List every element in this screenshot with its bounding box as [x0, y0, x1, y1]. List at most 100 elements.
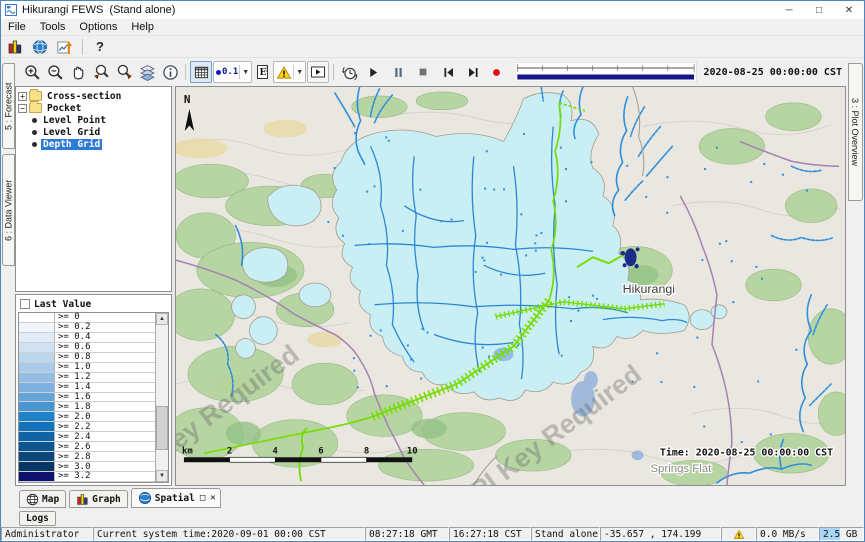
menu-help[interactable]: Help	[124, 20, 161, 34]
legend-swatch	[19, 383, 55, 392]
tree-node-label: Cross-section	[45, 91, 123, 102]
legend-entry-label: >= 1.4	[55, 383, 91, 392]
tree-node-pocket[interactable]: −Pocket	[18, 102, 171, 114]
timeseries-dialog-button[interactable]	[54, 37, 76, 57]
zoom-in-icon	[24, 64, 41, 81]
maximize-button[interactable]: □	[804, 1, 834, 19]
legend-entry-label: >= 0.4	[55, 333, 91, 342]
legend-toggle-button[interactable]: E	[253, 61, 272, 83]
menu-tools[interactable]: Tools	[33, 20, 73, 34]
legend-swatch	[19, 333, 55, 342]
legend-swatch	[19, 343, 55, 352]
movie-player-button[interactable]	[307, 61, 329, 83]
left-panel: + Cross-section−PocketLevel PointLevel Gr…	[15, 86, 172, 486]
legend-row[interactable]: >= 2.8	[19, 452, 168, 462]
pan-button[interactable]	[67, 61, 89, 83]
legend-scrollbar[interactable]: ▲ ▼	[155, 313, 168, 482]
legend-row[interactable]: >= 2.6	[19, 442, 168, 452]
step-back-button[interactable]	[436, 61, 460, 83]
legend-row[interactable]: >= 1.6	[19, 393, 168, 403]
tab-plot-overview[interactable]: 3 : Plot Overview	[848, 63, 863, 201]
legend-row[interactable]: >= 2.2	[19, 422, 168, 432]
legend-swatch	[19, 442, 55, 451]
scalebar-tick-label: 10	[407, 446, 418, 456]
tree-node-depth-grid[interactable]: Depth Grid	[30, 138, 171, 150]
play-button[interactable]	[361, 61, 385, 83]
tab-close-icon[interactable]: ✕	[210, 493, 215, 503]
tab-maximize-icon[interactable]: □	[200, 493, 205, 503]
close-button[interactable]: ✕	[834, 1, 864, 19]
record-button[interactable]	[486, 61, 506, 83]
tree-expander-icon[interactable]: +	[18, 92, 27, 101]
legend-row[interactable]: >= 0.8	[19, 353, 168, 363]
tab-graph[interactable]: Graph	[69, 490, 128, 508]
legend-icon: E	[255, 64, 270, 80]
tree-expander-icon[interactable]: −	[18, 104, 27, 113]
map-display-button[interactable]	[29, 37, 51, 57]
legend-row[interactable]: >= 3.0	[19, 462, 168, 472]
minimize-button[interactable]: ─	[774, 1, 804, 19]
legend-row[interactable]: >= 1.8	[19, 402, 168, 412]
tab-data-viewer[interactable]: 6 : Data Viewer	[2, 154, 15, 266]
legend-row[interactable]: >= 1.4	[19, 383, 168, 393]
menu-options[interactable]: Options	[72, 20, 124, 34]
import-status-button[interactable]	[4, 37, 26, 57]
legend-row[interactable]: >= 0.6	[19, 343, 168, 353]
legend-row[interactable]: >= 0.2	[19, 323, 168, 333]
animation-settings-button[interactable]	[338, 61, 360, 83]
legend-row[interactable]: >= 0.4	[19, 333, 168, 343]
legend-swatch	[19, 402, 55, 411]
legend-entry-label: >= 0.6	[55, 343, 91, 352]
grid-display-toggle[interactable]	[190, 61, 212, 83]
last-value-checkbox[interactable]	[20, 299, 30, 309]
zoom-out-button[interactable]	[44, 61, 66, 83]
legend-entry-label: >= 2.4	[55, 432, 91, 441]
north-label: N	[184, 93, 191, 106]
locality-label: Springs Flat	[650, 463, 712, 475]
tree-node-level-grid[interactable]: Level Grid	[30, 126, 171, 138]
tab-forecast[interactable]: 5 : Forecast	[2, 63, 15, 149]
step-forward-button[interactable]	[461, 61, 485, 83]
legend-row[interactable]: >= 0	[19, 313, 168, 323]
layers-button[interactable]	[136, 61, 158, 83]
menu-bar: FileToolsOptionsHelp	[1, 19, 864, 36]
legend-row[interactable]: >= 2.4	[19, 432, 168, 442]
map-view[interactable]: API Key Required API Key Required N km 2…	[175, 86, 846, 486]
pause-icon	[392, 66, 405, 79]
tab-spatial[interactable]: Spatial □ ✕	[131, 488, 221, 508]
contour-interval-dropdown[interactable]: 0.1 ▼	[213, 61, 252, 83]
tab-graph-label: Graph	[92, 494, 121, 505]
legend-entry-label: >= 1.6	[55, 393, 91, 402]
legend-row[interactable]: >= 1.0	[19, 363, 168, 373]
zoom-previous-button[interactable]	[90, 61, 112, 83]
legend-entry-label: >= 3.2	[55, 472, 91, 481]
scroll-track[interactable]	[156, 325, 168, 470]
scalebar-unit: km	[182, 446, 193, 456]
legend-entry-label: >= 3.0	[55, 462, 91, 471]
legend-row[interactable]: >= 3.2	[19, 472, 168, 482]
warnings-dropdown[interactable]: ▼	[273, 61, 306, 83]
scroll-down-icon[interactable]: ▼	[156, 470, 168, 482]
title-bar: Hikurangi FEWS (Stand alone) ─ □ ✕	[1, 1, 864, 19]
zoom-in-button[interactable]	[21, 61, 43, 83]
pause-button[interactable]	[386, 61, 410, 83]
zoom-next-button[interactable]	[113, 61, 135, 83]
scroll-thumb[interactable]	[156, 406, 168, 450]
logs-button[interactable]: Logs	[19, 511, 56, 526]
tree-node-cross-section[interactable]: + Cross-section	[18, 90, 171, 102]
time-slider[interactable]	[515, 62, 696, 82]
tree-node-level-point[interactable]: Level Point	[30, 114, 171, 126]
tab-map[interactable]: Map	[19, 490, 66, 508]
stop-button[interactable]	[411, 61, 435, 83]
scroll-up-icon[interactable]: ▲	[156, 313, 168, 325]
status-warning-cell[interactable]	[721, 527, 756, 541]
bottom-tab-bar: Map Graph Spatial □ ✕	[1, 486, 864, 509]
legend-row[interactable]: >= 2.0	[19, 412, 168, 422]
legend-entry-label: >= 1.2	[55, 373, 91, 382]
status-user: Administrator	[1, 527, 93, 541]
help-button[interactable]: ?	[89, 37, 111, 57]
zoom-previous-icon	[93, 64, 110, 81]
legend-row[interactable]: >= 1.2	[19, 373, 168, 383]
menu-file[interactable]: File	[1, 20, 33, 34]
info-button[interactable]	[159, 61, 181, 83]
